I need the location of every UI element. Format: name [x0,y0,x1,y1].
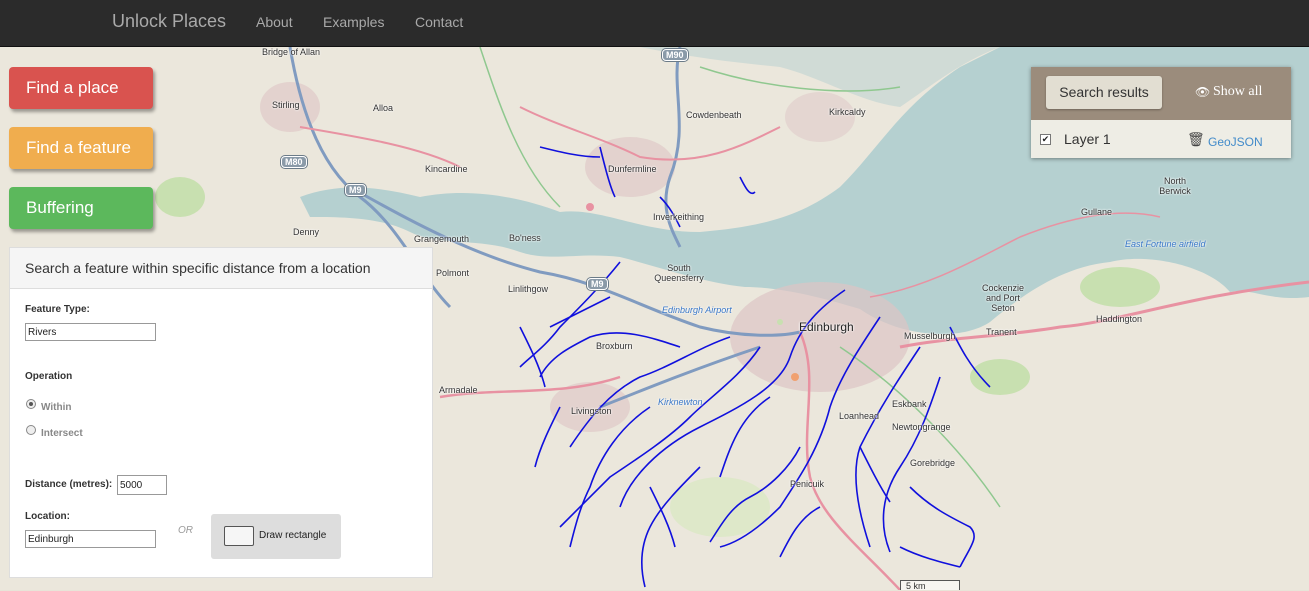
map-label-stirling: Stirling [272,100,300,110]
map-label-armadale: Armadale [439,385,478,395]
map-label-kirknewton: Kirknewton [658,397,703,407]
intersect-label: Intersect [41,428,83,439]
map-label-tranent: Tranent [986,327,1017,337]
nav-examples[interactable]: Examples [323,14,384,30]
rectangle-icon [224,526,254,546]
find-place-button[interactable]: Find a place [9,67,153,109]
map-label-linlithgow: Linlithgow [508,284,549,294]
nav-contact[interactable]: Contact [415,14,463,30]
draw-rectangle-label: Draw rectangle [259,530,327,541]
map-label-edinburgh-airport: Edinburgh Airport [662,305,732,315]
trash-icon[interactable]: 🗑 [1187,131,1205,148]
panel-title: Search a feature within specific distanc… [10,248,432,289]
map-label-cockenzie: Cockenzie and Port Seton [981,283,1025,313]
map-label-edinburgh: Edinburgh [799,320,854,334]
geojson-link[interactable]: GeoJSON [1208,135,1263,149]
within-label: Within [41,402,72,413]
navbar: Unlock Places About Examples Contact [0,0,1309,47]
map-label-south-queensferry: South Queensferry [654,263,704,283]
map-label-alloa: Alloa [373,103,394,113]
road-shield-m9-2: M9 [587,278,608,290]
draw-rectangle-button[interactable]: Draw rectangle [211,514,341,559]
search-results-panel: Search results 👁 Show all ✔ Layer 1 🗑 Ge… [1031,67,1291,158]
map-label-broxburn: Broxburn [596,341,633,351]
layer-checkbox[interactable]: ✔ [1040,134,1051,145]
search-results-button[interactable]: Search results [1046,76,1162,109]
within-radio[interactable] [26,399,36,409]
map-label-denny: Denny [293,227,320,237]
map-label-haddington: Haddington [1096,314,1143,324]
buffering-button[interactable]: Buffering [9,187,153,229]
nav-about[interactable]: About [256,14,293,30]
distance-input[interactable] [117,475,167,495]
road-shield-m80: M80 [281,156,307,168]
operation-label: Operation [25,371,73,382]
or-separator: OR [178,525,193,536]
show-all-button[interactable]: Show all [1213,84,1262,100]
map-label-inverkeithing: Inverkeithing [653,212,705,222]
brand-link[interactable]: Unlock Places [112,11,226,32]
map-label-eskbank: Eskbank [892,399,927,409]
intersect-radio[interactable] [26,425,36,435]
distance-label: Distance (metres): [25,479,113,490]
map-label-newtongrange: Newtongrange [892,422,951,432]
road-shield-m90: M90 [662,49,688,61]
map-label-boness: Bo'ness [509,233,541,243]
results-header: Search results 👁 Show all [1031,67,1291,120]
map-label-north-berwick: North Berwick [1159,176,1191,196]
map-label-polmont: Polmont [436,268,470,278]
map-label-dunfermline: Dunfermline [608,164,657,174]
map-label-loanhead: Loanhead [839,411,880,421]
map-label-livingston: Livingston [571,406,612,416]
feature-type-input[interactable] [25,323,156,341]
map-label-bridge-of-allan: Bridge of Allan [262,47,321,57]
map-label-musselburgh: Musselburgh [904,331,956,341]
map-scale-bar: 5 km [900,580,960,591]
feature-type-label: Feature Type: [25,304,90,315]
location-input[interactable] [25,530,156,548]
map-label-cowdenbeath: Cowdenbeath [686,110,742,120]
eye-icon[interactable]: 👁 [1195,85,1210,99]
location-label: Location: [25,511,70,522]
layer-label: Layer 1 [1064,131,1111,147]
buffering-panel: Search a feature within specific distanc… [9,247,433,578]
map-label-penicuik: Penicuik [790,479,825,489]
map-label-gorebridge: Gorebridge [910,458,956,468]
map-label-gullane: Gullane [1081,207,1113,217]
map-label-kirkcaldy: Kirkcaldy [829,107,866,117]
find-feature-button[interactable]: Find a feature [9,127,153,169]
map-label-kincardine: Kincardine [425,164,468,174]
map-label-grangemouth: Grangemouth [414,234,470,244]
road-shield-m9: M9 [345,184,366,196]
map-label-east-fortune: East Fortune airfield [1125,239,1206,249]
